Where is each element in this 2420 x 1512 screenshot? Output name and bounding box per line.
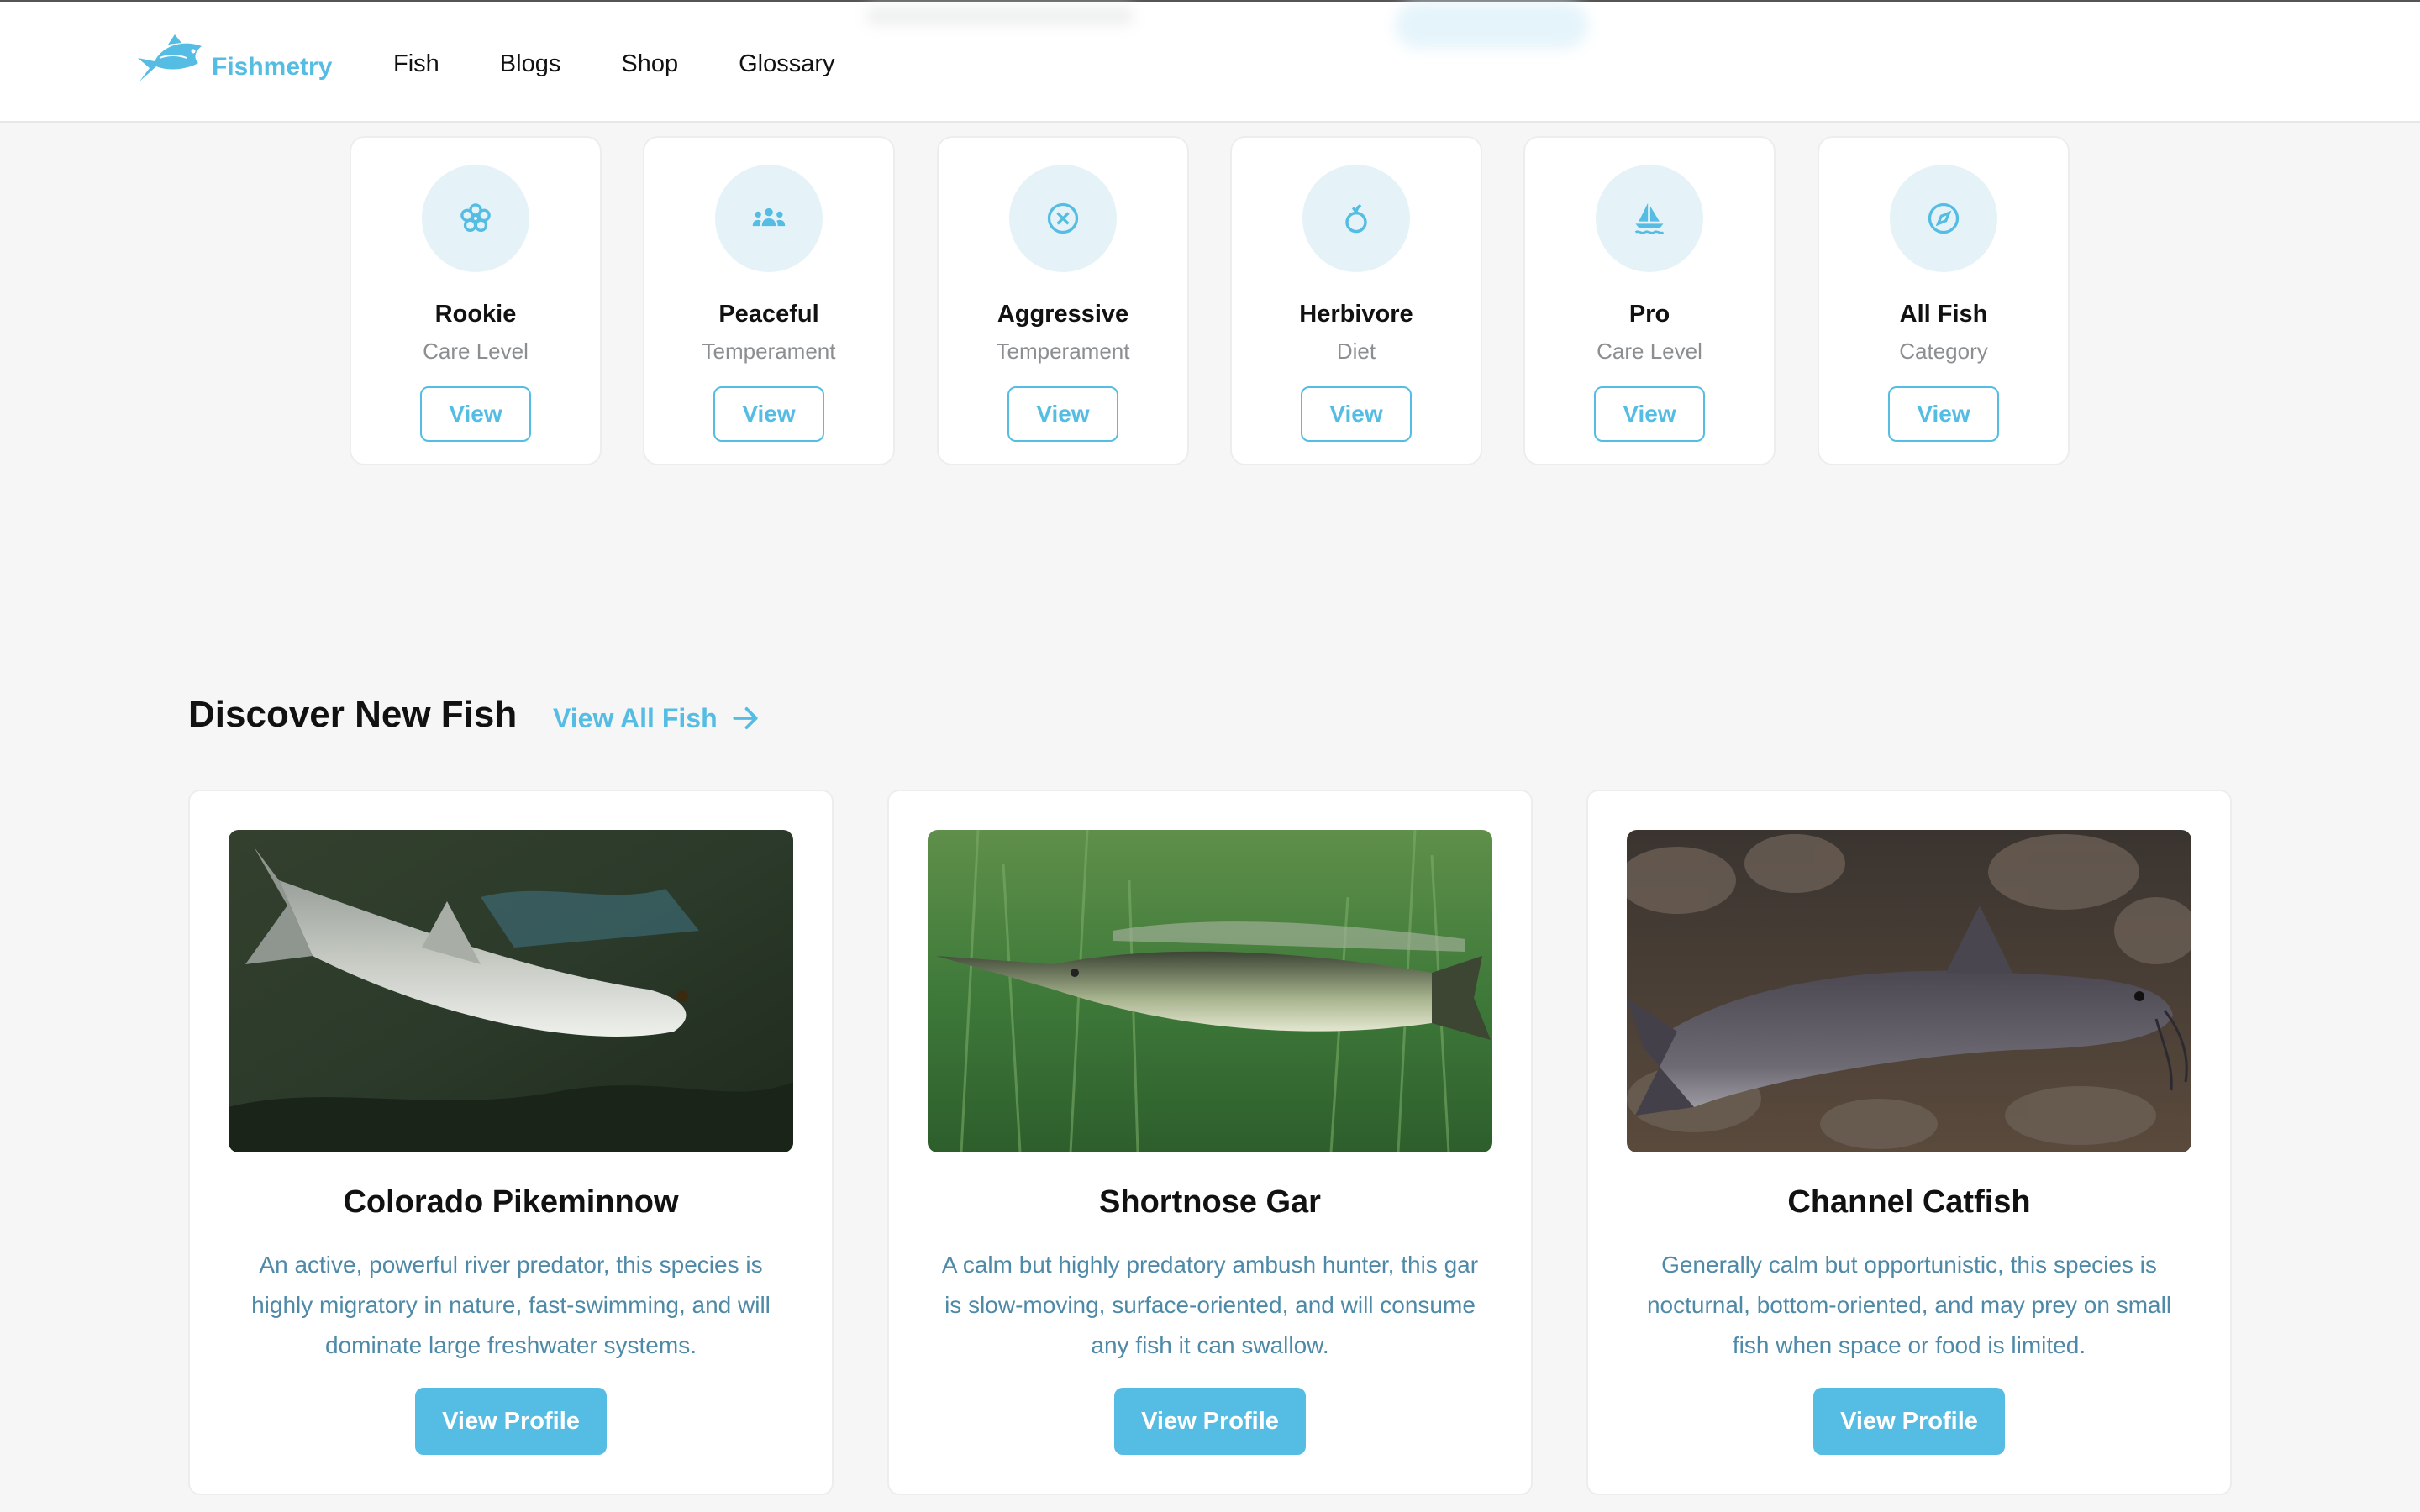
fish-description: An active, powerful river predator, this…	[251, 1252, 771, 1358]
fish-card-channel-catfish: Channel Catfish Generally calm but oppor…	[1586, 790, 2232, 1495]
brand-logo[interactable]: Fishmetry	[134, 30, 332, 94]
group-icon	[752, 207, 786, 227]
fish-photo[interactable]	[928, 830, 1492, 1152]
category-card-aggressive: Aggressive Temperament View	[937, 136, 1189, 465]
category-card-herbivore: Herbivore Diet View	[1230, 136, 1482, 465]
sailboat-icon	[1634, 202, 1665, 234]
view-all-label: View All Fish	[553, 702, 718, 733]
view-profile-button[interactable]: View Profile	[1114, 1388, 1306, 1455]
colorado-pikeminnow-image	[229, 830, 793, 1152]
view-rookie-button[interactable]: View	[420, 386, 531, 442]
brand-name: Fishmetry	[212, 53, 333, 81]
fish-name: Shortnose Gar	[1099, 1184, 1321, 1220]
view-peaceful-button[interactable]: View	[713, 386, 824, 442]
category-title: All Fish	[1899, 301, 1988, 328]
category-title: Pro	[1628, 301, 1670, 328]
category-card-peaceful: Peaceful Temperament View	[643, 136, 895, 465]
fish-description: Generally calm but opportunistic, this s…	[1646, 1252, 2172, 1358]
category-subtitle: Care Level	[423, 339, 529, 364]
main-nav: Fish Blogs Shop Glossary	[393, 50, 896, 78]
category-card-all-fish: All Fish Category View	[1818, 136, 2070, 465]
view-all-fish-category-button[interactable]: View	[1888, 386, 1999, 442]
compass-icon	[1928, 202, 1960, 234]
apple-icon	[1345, 203, 1367, 234]
fish-photo[interactable]	[1627, 830, 2191, 1152]
category-card-pro: Pro Care Level View	[1523, 136, 1776, 465]
nav-item-glossary[interactable]: Glossary	[739, 50, 834, 78]
view-profile-button[interactable]: View Profile	[1813, 1388, 2005, 1455]
view-aggressive-button[interactable]: View	[1007, 386, 1118, 442]
category-subtitle: Temperament	[996, 339, 1130, 364]
fish-card-colorado-pikeminnow: Colorado Pikeminnow An active, powerful …	[188, 790, 834, 1495]
arrow-right-icon	[733, 707, 758, 729]
fish-card-shortnose-gar: Shortnose Gar A calm but highly predator…	[887, 790, 1533, 1495]
category-card-rookie: Rookie Care Level View	[350, 136, 602, 465]
fish-description: A calm but highly predatory ambush hunte…	[941, 1252, 1479, 1358]
shortnose-gar-image	[928, 830, 1492, 1152]
blurred-text	[865, 7, 1134, 25]
nav-item-shop[interactable]: Shop	[621, 50, 678, 78]
category-subtitle: Category	[1899, 339, 1988, 364]
site-header: Fishmetry Fish Blogs Shop Glossary	[0, 2, 2420, 123]
category-subtitle: Diet	[1336, 339, 1376, 364]
view-all-fish-link[interactable]: View All Fish	[553, 702, 761, 734]
fish-name: Colorado Pikeminnow	[343, 1184, 679, 1220]
channel-catfish-image	[1627, 830, 2191, 1152]
category-subtitle: Temperament	[702, 339, 836, 364]
category-title: Herbivore	[1299, 301, 1413, 328]
section-title: Discover New Fish	[188, 694, 518, 735]
view-pro-button[interactable]: View	[1594, 386, 1705, 442]
blurred-button	[1395, 2, 1588, 49]
nav-item-fish[interactable]: Fish	[393, 50, 439, 78]
category-title: Peaceful	[718, 301, 819, 328]
category-title: Rookie	[434, 301, 517, 328]
flower-icon	[460, 203, 491, 232]
category-subtitle: Care Level	[1597, 339, 1702, 364]
x-circle-icon	[1047, 202, 1079, 234]
view-herbivore-button[interactable]: View	[1301, 386, 1412, 442]
fish-logo-icon	[138, 34, 202, 81]
nav-item-blogs[interactable]: Blogs	[500, 50, 561, 78]
view-profile-button[interactable]: View Profile	[415, 1388, 607, 1455]
fish-name: Channel Catfish	[1787, 1184, 2031, 1220]
category-title: Aggressive	[997, 301, 1129, 328]
fish-photo[interactable]	[229, 830, 793, 1152]
